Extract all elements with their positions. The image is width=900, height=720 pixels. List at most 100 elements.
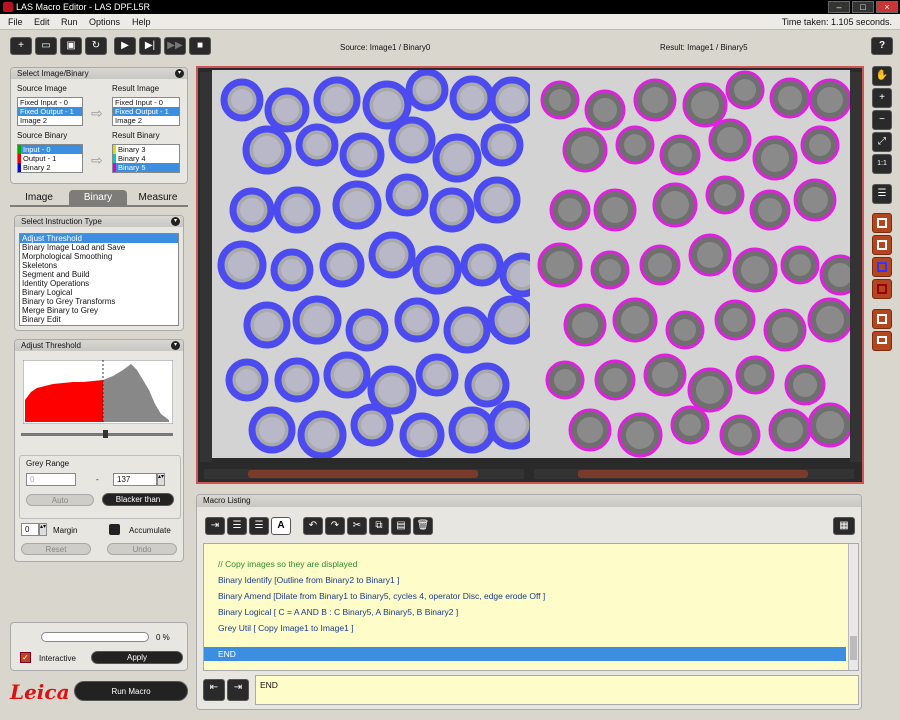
collapse-icon[interactable]: ▾: [171, 217, 180, 226]
insert-before-icon[interactable]: ☰: [227, 517, 247, 535]
menu-edit[interactable]: Edit: [34, 17, 50, 27]
source-image-list[interactable]: Fixed Input - 0 Fixed Output - 1 Image 2: [17, 97, 83, 126]
low-value-input[interactable]: 0: [26, 473, 76, 486]
right-scrollbar[interactable]: [850, 72, 862, 462]
result-hscrollbar[interactable]: [534, 469, 854, 479]
menu-help[interactable]: Help: [132, 17, 151, 27]
list-item[interactable]: Image 2: [18, 116, 82, 125]
scroll-thumb[interactable]: [850, 636, 857, 660]
pan-hand-icon[interactable]: ✋: [872, 66, 892, 86]
list-item[interactable]: Binary 3: [113, 145, 179, 154]
display-mode-icon[interactable]: [872, 309, 892, 329]
list-item[interactable]: Fixed Input - 0: [18, 98, 82, 107]
list-item[interactable]: Fixed Output - 1: [18, 107, 82, 116]
list-item[interactable]: Morphological Smoothing: [20, 252, 178, 261]
menu-options[interactable]: Options: [89, 17, 120, 27]
result-image-list[interactable]: Fixed Input - 0 Fixed Output - 1 Image 2: [112, 97, 180, 126]
list-item[interactable]: Segment and Build: [20, 270, 178, 279]
minimize-icon[interactable]: –: [828, 1, 850, 13]
menu-file[interactable]: File: [8, 17, 23, 27]
list-item[interactable]: Input - 0: [18, 145, 82, 154]
list-item[interactable]: Binary 5: [113, 163, 179, 172]
undo-button[interactable]: Undo: [107, 543, 177, 555]
source-hscrollbar[interactable]: [204, 469, 524, 479]
list-item[interactable]: Binary Image Load and Save: [20, 243, 178, 252]
tab-image[interactable]: Image: [10, 190, 68, 206]
list-item[interactable]: Skeletons: [20, 261, 178, 270]
indent-right-icon[interactable]: ⇥: [227, 679, 249, 701]
cut-icon[interactable]: ✂: [347, 517, 367, 535]
margin-stepper[interactable]: ▴▾: [39, 523, 47, 536]
threshold-slider-handle[interactable]: [103, 430, 108, 438]
list-item[interactable]: Fixed Output - 1: [113, 107, 179, 116]
apply-button[interactable]: Apply: [91, 651, 183, 664]
save-icon[interactable]: ▣: [60, 37, 82, 55]
macro-line[interactable]: Grey Util [ Copy Image1 to Image1 ]: [218, 623, 354, 633]
zoom-out-icon[interactable]: −: [872, 110, 892, 130]
collapse-icon[interactable]: ▾: [171, 341, 180, 350]
macro-line[interactable]: // Copy images so they are displayed: [218, 559, 357, 569]
help-button[interactable]: ?: [871, 37, 893, 55]
overlay-outline-icon[interactable]: [872, 235, 892, 255]
list-item[interactable]: Image 2: [113, 116, 179, 125]
macro-end-line[interactable]: END: [218, 649, 236, 659]
play-icon[interactable]: ▶: [114, 37, 136, 55]
run-macro-button[interactable]: Run Macro: [74, 681, 188, 701]
menu-run[interactable]: Run: [61, 17, 78, 27]
stop-icon[interactable]: ■: [189, 37, 211, 55]
report-icon[interactable]: [872, 331, 892, 351]
tab-binary[interactable]: Binary: [69, 190, 127, 206]
maximize-icon[interactable]: □: [852, 1, 874, 13]
list-item[interactable]: Binary Logical: [20, 288, 178, 297]
high-value-stepper[interactable]: ▴▾: [157, 473, 165, 486]
left-scrollbar[interactable]: [200, 72, 212, 462]
list-item[interactable]: Fixed Input - 0: [113, 98, 179, 107]
list-item[interactable]: Output - 1: [18, 154, 82, 163]
accumulate-checkbox[interactable]: [109, 524, 120, 535]
new-macro-icon[interactable]: +: [10, 37, 32, 55]
selected-line[interactable]: [204, 647, 846, 661]
list-item[interactable]: Binary 4: [113, 154, 179, 163]
source-image[interactable]: [212, 70, 530, 458]
interactive-checkbox[interactable]: ✓: [20, 652, 31, 663]
macro-view-icon[interactable]: ▦: [833, 517, 855, 535]
instruction-list[interactable]: Adjust Threshold Binary Image Load and S…: [19, 233, 179, 326]
step-over-icon[interactable]: ▶▶: [164, 37, 186, 55]
mode-select[interactable]: Blacker than: [102, 493, 174, 506]
tab-measure[interactable]: Measure: [128, 190, 188, 206]
overlay-darkred-icon[interactable]: [872, 279, 892, 299]
list-item[interactable]: Identity Operations: [20, 279, 178, 288]
insert-line-icon[interactable]: ⇥: [205, 517, 225, 535]
editor-scrollbar[interactable]: [848, 544, 858, 670]
open-icon[interactable]: ▭: [35, 37, 57, 55]
macro-line[interactable]: Binary Identify [Outline from Binary2 to…: [218, 575, 399, 585]
delete-icon[interactable]: 🗑: [413, 517, 433, 535]
undo-icon[interactable]: ↶: [303, 517, 323, 535]
overlay-blue-icon[interactable]: [872, 257, 892, 277]
result-image[interactable]: [530, 70, 850, 458]
auto-button[interactable]: Auto: [26, 494, 94, 506]
redo-icon[interactable]: ↷: [325, 517, 345, 535]
macro-editor[interactable]: // Copy images so they are displayed Bin…: [203, 543, 859, 671]
insert-after-icon[interactable]: ☰: [249, 517, 269, 535]
text-font-icon[interactable]: A: [271, 517, 291, 535]
actual-size-icon[interactable]: 1:1: [872, 154, 892, 174]
list-item[interactable]: Binary to Grey Transforms: [20, 297, 178, 306]
paste-icon[interactable]: ▤: [391, 517, 411, 535]
list-item[interactable]: Adjust Threshold: [20, 234, 178, 243]
zoom-in-icon[interactable]: +: [872, 88, 892, 108]
list-item[interactable]: Binary 2: [18, 163, 82, 172]
threshold-slider-track[interactable]: [21, 433, 173, 436]
result-binary-list[interactable]: Binary 3 Binary 4 Binary 5: [112, 144, 180, 173]
list-item[interactable]: Binary Edit: [20, 315, 178, 324]
close-icon[interactable]: ×: [876, 1, 898, 13]
indent-left-icon[interactable]: ⇤: [203, 679, 225, 701]
line-edit-text[interactable]: END: [260, 680, 278, 690]
macro-line[interactable]: Binary Logical [ C = A AND B : C Binary5…: [218, 607, 458, 617]
macro-line[interactable]: Binary Amend [Dilate from Binary1 to Bin…: [218, 591, 545, 601]
margin-input[interactable]: 0: [21, 523, 39, 536]
reset-button[interactable]: Reset: [21, 543, 91, 555]
scroll-thumb[interactable]: [248, 470, 478, 478]
overlay-red-icon[interactable]: [872, 213, 892, 233]
line-edit-box[interactable]: END: [255, 675, 859, 705]
